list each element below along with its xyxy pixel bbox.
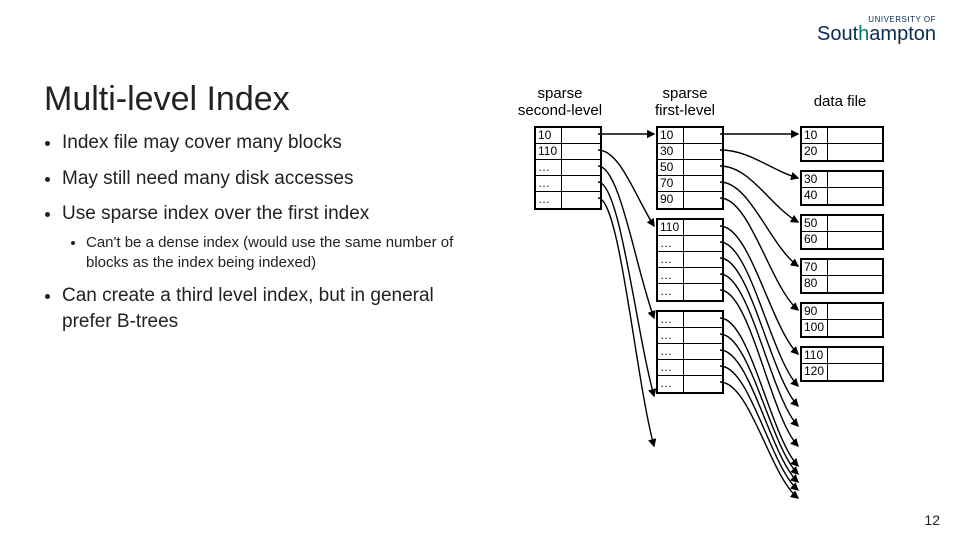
header-second-level: sparsesecond-level	[510, 86, 610, 119]
slide-body: Index file may cover many blocks May sti…	[44, 130, 464, 345]
header-first-level: sparsefirst-level	[640, 86, 730, 119]
bullet-4: Can create a third level index, but in g…	[62, 283, 464, 334]
bullet-2: May still need many disk accesses	[62, 166, 464, 192]
first-level-block-1: 10 30 50 70 90	[656, 126, 724, 210]
data-block-0: 10 20	[800, 126, 884, 162]
slide-title: Multi-level Index	[44, 80, 290, 119]
bullet-1: Index file may cover many blocks	[62, 130, 464, 156]
first-level-block-3: … … … … …	[656, 310, 724, 394]
first-level-block-2: 110 … … … …	[656, 218, 724, 302]
university-logo: UNIVERSITY OF Southampton	[817, 16, 936, 44]
data-block-4: 90 100	[800, 302, 884, 338]
diagram: sparsesecond-level sparsefirst-level dat…	[500, 86, 930, 506]
slide: UNIVERSITY OF Southampton Multi-level In…	[0, 0, 960, 540]
header-data-file: data file	[800, 94, 880, 111]
data-block-5: 110 120	[800, 346, 884, 382]
bullet-3: Use sparse index over the first index Ca…	[62, 201, 464, 273]
data-block-2: 50 60	[800, 214, 884, 250]
logo-main-text: Southampton	[817, 24, 936, 44]
bullet-3a: Can't be a dense index (would use the sa…	[86, 233, 464, 274]
data-block-1: 30 40	[800, 170, 884, 206]
page-number: 12	[924, 512, 940, 528]
data-block-3: 70 80	[800, 258, 884, 294]
second-level-block: 10 110 … … …	[534, 126, 602, 210]
